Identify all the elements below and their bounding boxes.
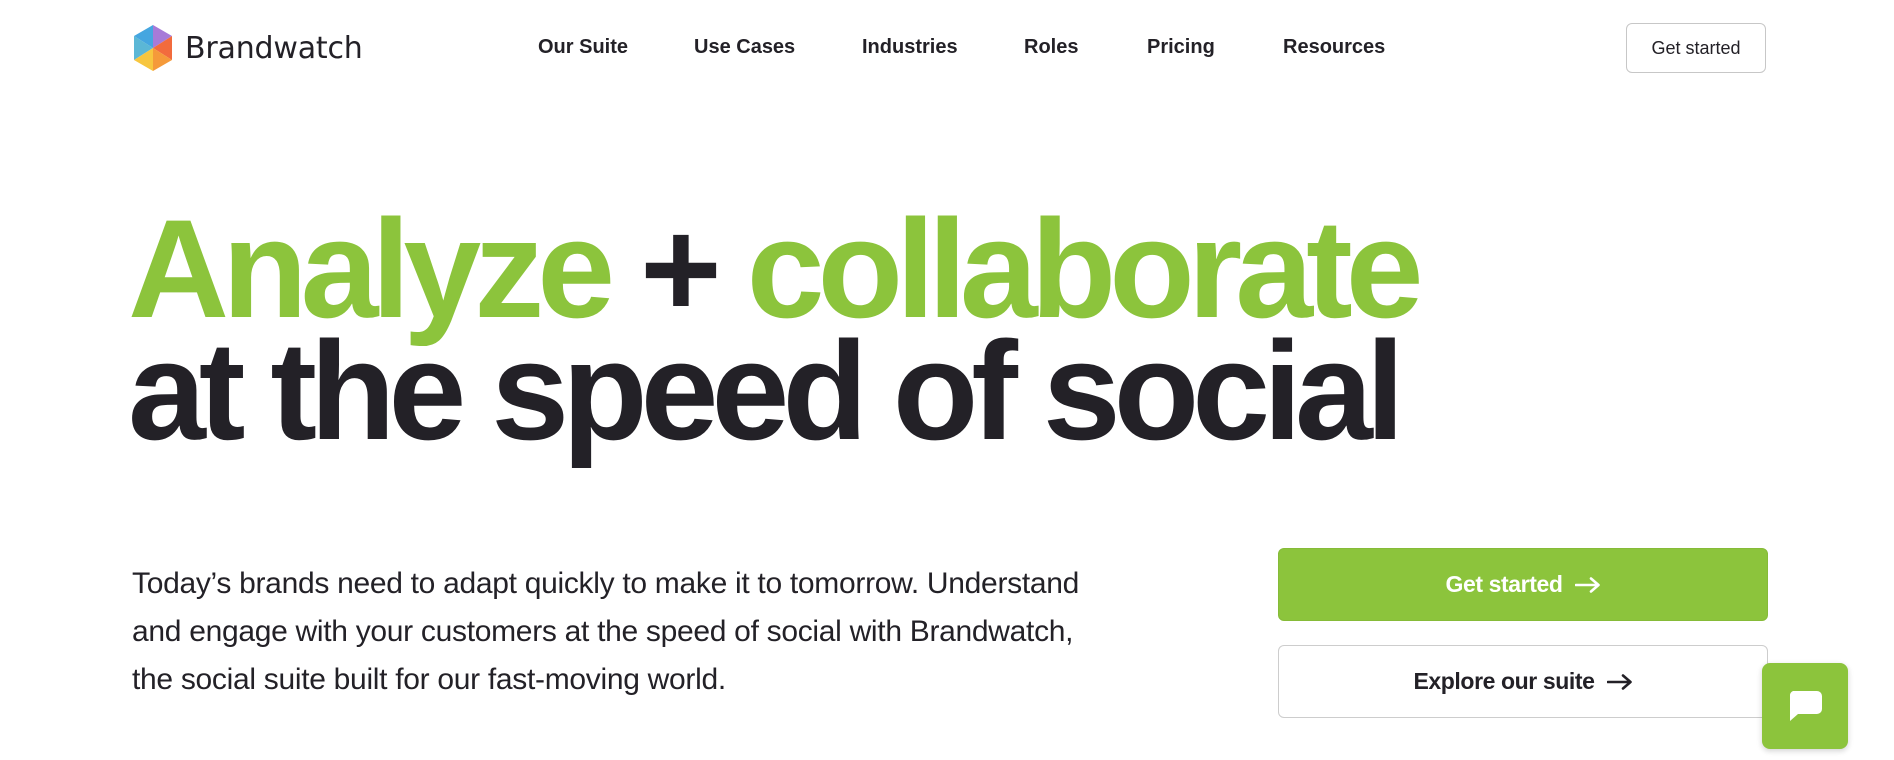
brand-logo-link[interactable]: Brandwatch — [131, 23, 363, 73]
nav-item-resources[interactable]: Resources — [1283, 36, 1385, 59]
nav-item-our-suite[interactable]: Our Suite — [538, 36, 628, 59]
nav-item-industries[interactable]: Industries — [862, 36, 958, 59]
site-header: Brandwatch Our Suite Use Cases Industrie… — [0, 0, 1894, 96]
arrow-right-icon — [1574, 576, 1600, 593]
hero-description: Today’s brands need to adapt quickly to … — [132, 567, 1080, 696]
explore-suite-button[interactable]: Explore our suite — [1278, 645, 1768, 718]
get-started-label: Get started — [1445, 571, 1563, 597]
explore-suite-label: Explore our suite — [1413, 668, 1595, 694]
nav-item-use-cases[interactable]: Use Cases — [694, 36, 795, 59]
nav-item-pricing[interactable]: Pricing — [1147, 36, 1215, 59]
nav-item-roles[interactable]: Roles — [1024, 36, 1078, 59]
header-get-started-button[interactable]: Get started — [1626, 23, 1766, 73]
arrow-right-icon — [1606, 673, 1632, 690]
get-started-button[interactable]: Get started — [1278, 548, 1768, 621]
hexagon-logo-icon — [134, 25, 172, 71]
brand-name: Brandwatch — [185, 30, 363, 66]
hero-title-line-2: at the speed of social — [128, 312, 1405, 469]
chat-widget-button[interactable] — [1762, 663, 1848, 749]
hero-title: Analyze + collaborate at the speed of so… — [128, 199, 1424, 469]
chat-bubble-icon — [1789, 691, 1822, 721]
